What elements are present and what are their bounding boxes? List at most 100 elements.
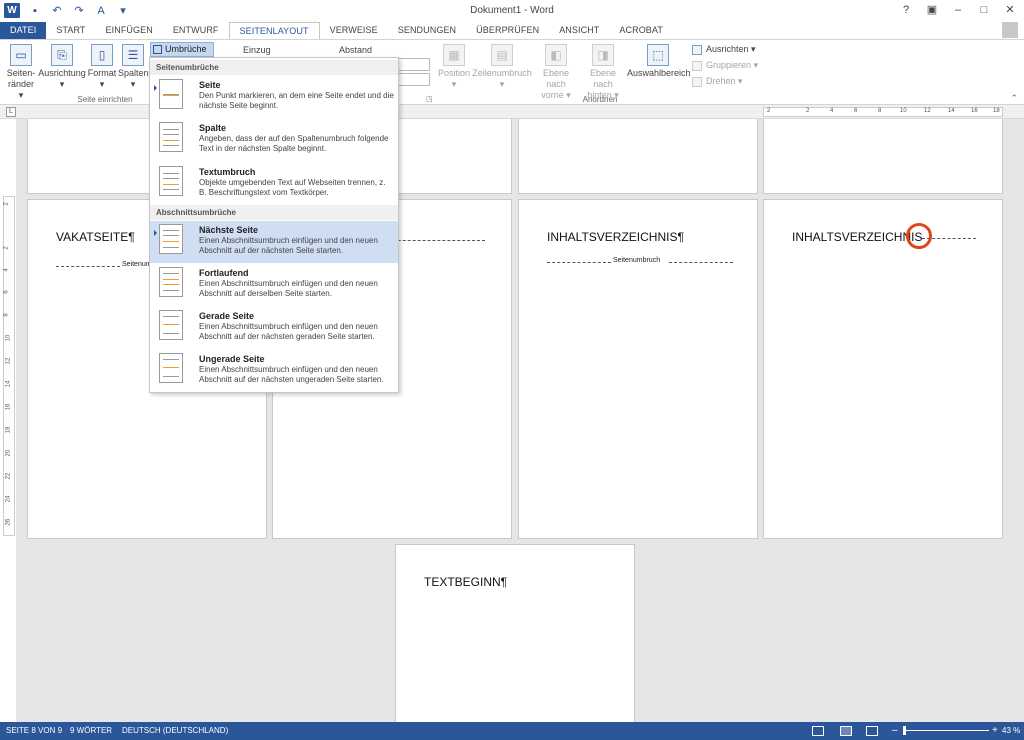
- bring-forward-icon: ◧: [545, 44, 567, 66]
- page-heading: VAKATSEITE¶: [56, 230, 135, 244]
- ruler-tick: 6: [854, 108, 858, 114]
- auswahlbereich-button[interactable]: ⬚ Auswahlbereich: [627, 44, 691, 79]
- page-inhalt-1[interactable]: INHALTSVERZEICHNIS¶ Seitenumbruch: [518, 199, 758, 539]
- format-button[interactable]: ▯ Format ▾: [87, 44, 117, 90]
- abstand-label: Abstand: [339, 45, 373, 55]
- ruler-tick: 10: [5, 334, 12, 342]
- odd-page-icon: [159, 353, 183, 383]
- tab-einfuegen[interactable]: EINFÜGEN: [96, 22, 163, 39]
- drehen-button[interactable]: Drehen ▾: [692, 75, 743, 88]
- ebene-vorne-button[interactable]: ◧ Ebene nach vorne ▾: [533, 44, 579, 101]
- send-backward-icon: ◨: [592, 44, 614, 66]
- tab-start[interactable]: START: [46, 22, 95, 39]
- menu-item-gerade-seite[interactable]: Gerade Seite Einen Abschnittsumbruch ein…: [150, 307, 398, 350]
- status-page[interactable]: SEITE 8 VON 9: [6, 722, 62, 740]
- ruler-tick: 22: [5, 472, 12, 480]
- continuous-icon: [159, 267, 183, 297]
- group-seite-einrichten-label: Seite einrichten: [77, 95, 133, 104]
- zeilenumbruch-button[interactable]: ▤ Zeilenumbruch ▾: [472, 44, 532, 90]
- breaks-dropdown-menu: Seitenumbrüche Seite Den Punkt markieren…: [149, 57, 399, 393]
- einzug-label: Einzug: [243, 45, 271, 55]
- status-language[interactable]: DEUTSCH (DEUTSCHLAND): [122, 722, 228, 740]
- collapse-ribbon-icon[interactable]: ⌃: [1010, 93, 1018, 104]
- word-logo-icon[interactable]: W: [4, 3, 20, 18]
- menu-item-naechste-seite[interactable]: Nächste Seite Einen Abschnittsumbruch ei…: [150, 221, 398, 263]
- ruler-tick: 20: [5, 449, 12, 457]
- help-button[interactable]: ?: [896, 2, 916, 18]
- spellcheck-icon[interactable]: A: [94, 4, 108, 18]
- ruler-tick: 8: [878, 108, 882, 114]
- ruler-tick: 2: [3, 202, 10, 206]
- zoom-out-button[interactable]: –: [892, 722, 898, 740]
- tab-acrobat[interactable]: ACROBAT: [609, 22, 673, 39]
- seitenraender-button[interactable]: ▭ Seiten- ränder ▾: [5, 44, 37, 101]
- qat-customize-icon[interactable]: ▾: [116, 4, 130, 18]
- tab-ansicht[interactable]: ANSICHT: [549, 22, 609, 39]
- print-layout-icon[interactable]: [840, 726, 852, 736]
- title-bar: W ▪ ↶ ↷ A ▾ Dokument1 - Word ? ▣ – □ ✕: [0, 0, 1024, 22]
- margins-icon: ▭: [10, 44, 32, 66]
- ausrichtung-button[interactable]: ⎘ Ausrichtung ▾: [38, 44, 86, 90]
- ruler-tick: 26: [5, 518, 12, 526]
- web-layout-icon[interactable]: [866, 726, 878, 736]
- maximize-button[interactable]: □: [974, 2, 994, 18]
- ribbon-display-button[interactable]: ▣: [922, 2, 942, 18]
- read-mode-icon[interactable]: [812, 726, 824, 736]
- redo-icon[interactable]: ↷: [72, 4, 86, 18]
- spalten-button[interactable]: ☰ Spalten ▾: [118, 44, 149, 90]
- menu-item-textumbruch[interactable]: Textumbruch Objekte umgebenden Text auf …: [150, 163, 398, 207]
- user-avatar[interactable]: [1002, 22, 1018, 38]
- page-break-line: [669, 262, 733, 263]
- menu-item-ungerade-seite[interactable]: Ungerade Seite Einen Abschnittsumbruch e…: [150, 350, 398, 393]
- tab-entwurf[interactable]: ENTWURF: [163, 22, 229, 39]
- undo-icon[interactable]: ↶: [50, 4, 64, 18]
- ribbon-tabs: DATEI START EINFÜGEN ENTWURF SEITENLAYOU…: [0, 22, 1024, 39]
- zoom-slider[interactable]: [903, 730, 989, 731]
- cursor-highlight-ring: [906, 223, 932, 249]
- absatz-launcher-icon[interactable]: ◳: [426, 95, 433, 103]
- group-anordnen-label: Anordnen: [582, 95, 618, 104]
- menu-item-fortlaufend[interactable]: Fortlaufend Einen Abschnittsumbruch einf…: [150, 264, 398, 307]
- horizontal-ruler[interactable]: 2 2 4 6 8 10 12 14 16 18: [763, 107, 1003, 117]
- text-wrapping-icon: [159, 166, 183, 196]
- close-button[interactable]: ✕: [1000, 2, 1020, 18]
- even-page-icon: [159, 310, 183, 340]
- abstand-vor-spinbox[interactable]: [398, 58, 430, 71]
- zoom-slider-thumb[interactable]: [903, 726, 906, 735]
- tab-datei[interactable]: DATEI: [0, 22, 47, 39]
- tab-verweise[interactable]: VERWEISE: [320, 22, 388, 39]
- gruppieren-button[interactable]: Gruppieren ▾: [692, 59, 758, 72]
- arrow-icon: [154, 230, 157, 236]
- page-break-icon: [159, 79, 183, 109]
- position-button[interactable]: ▦ Position ▾: [437, 44, 471, 90]
- ruler-tick: 6: [3, 290, 10, 294]
- vertical-ruler[interactable]: 2 2 4 6 8 10 12 14 16 18 20 22 24 26: [3, 196, 15, 536]
- minimize-button[interactable]: –: [948, 2, 968, 18]
- save-icon[interactable]: ▪: [28, 4, 42, 18]
- tab-selector-icon[interactable]: L: [6, 107, 16, 117]
- ruler-tick: 8: [3, 313, 10, 317]
- tab-seitenlayout[interactable]: SEITENLAYOUT: [228, 22, 320, 39]
- page-heading: INHALTSVERZEICHNIS: [792, 230, 923, 244]
- ausrichten-button[interactable]: Ausrichten ▾: [692, 43, 756, 56]
- page-inhalt-2[interactable]: INHALTSVERZEICHNIS: [763, 199, 1003, 539]
- ebene-hinten-button[interactable]: ◨ Ebene nach hinten ▾: [580, 44, 626, 101]
- page-top-3[interactable]: [518, 119, 758, 194]
- page-heading: TEXTBEGINN¶: [424, 575, 508, 589]
- position-icon: ▦: [443, 44, 465, 66]
- page-textbeginn[interactable]: TEXTBEGINN¶: [395, 544, 635, 722]
- menu-section-seitenumbrueche: Seitenumbrüche: [150, 60, 398, 75]
- ruler-tick: 14: [948, 108, 955, 114]
- menu-item-spalte[interactable]: Spalte Angeben, dass der auf den Spalten…: [150, 119, 398, 163]
- zoom-level[interactable]: 43 %: [1002, 722, 1020, 740]
- status-words[interactable]: 9 WÖRTER: [70, 722, 112, 740]
- zoom-in-button[interactable]: +: [992, 722, 998, 740]
- tab-sendungen[interactable]: SENDUNGEN: [388, 22, 466, 39]
- page-top-4[interactable]: [763, 119, 1003, 194]
- tab-ueberpruefen[interactable]: ÜBERPRÜFEN: [466, 22, 549, 39]
- umbrueche-button[interactable]: Umbrüche ▾: [150, 42, 214, 67]
- menu-item-seite[interactable]: Seite Den Punkt markieren, an dem eine S…: [150, 76, 398, 118]
- ruler-tick: 2: [3, 246, 10, 250]
- abstand-nach-spinbox[interactable]: [398, 73, 430, 86]
- page-break-line: [547, 262, 611, 263]
